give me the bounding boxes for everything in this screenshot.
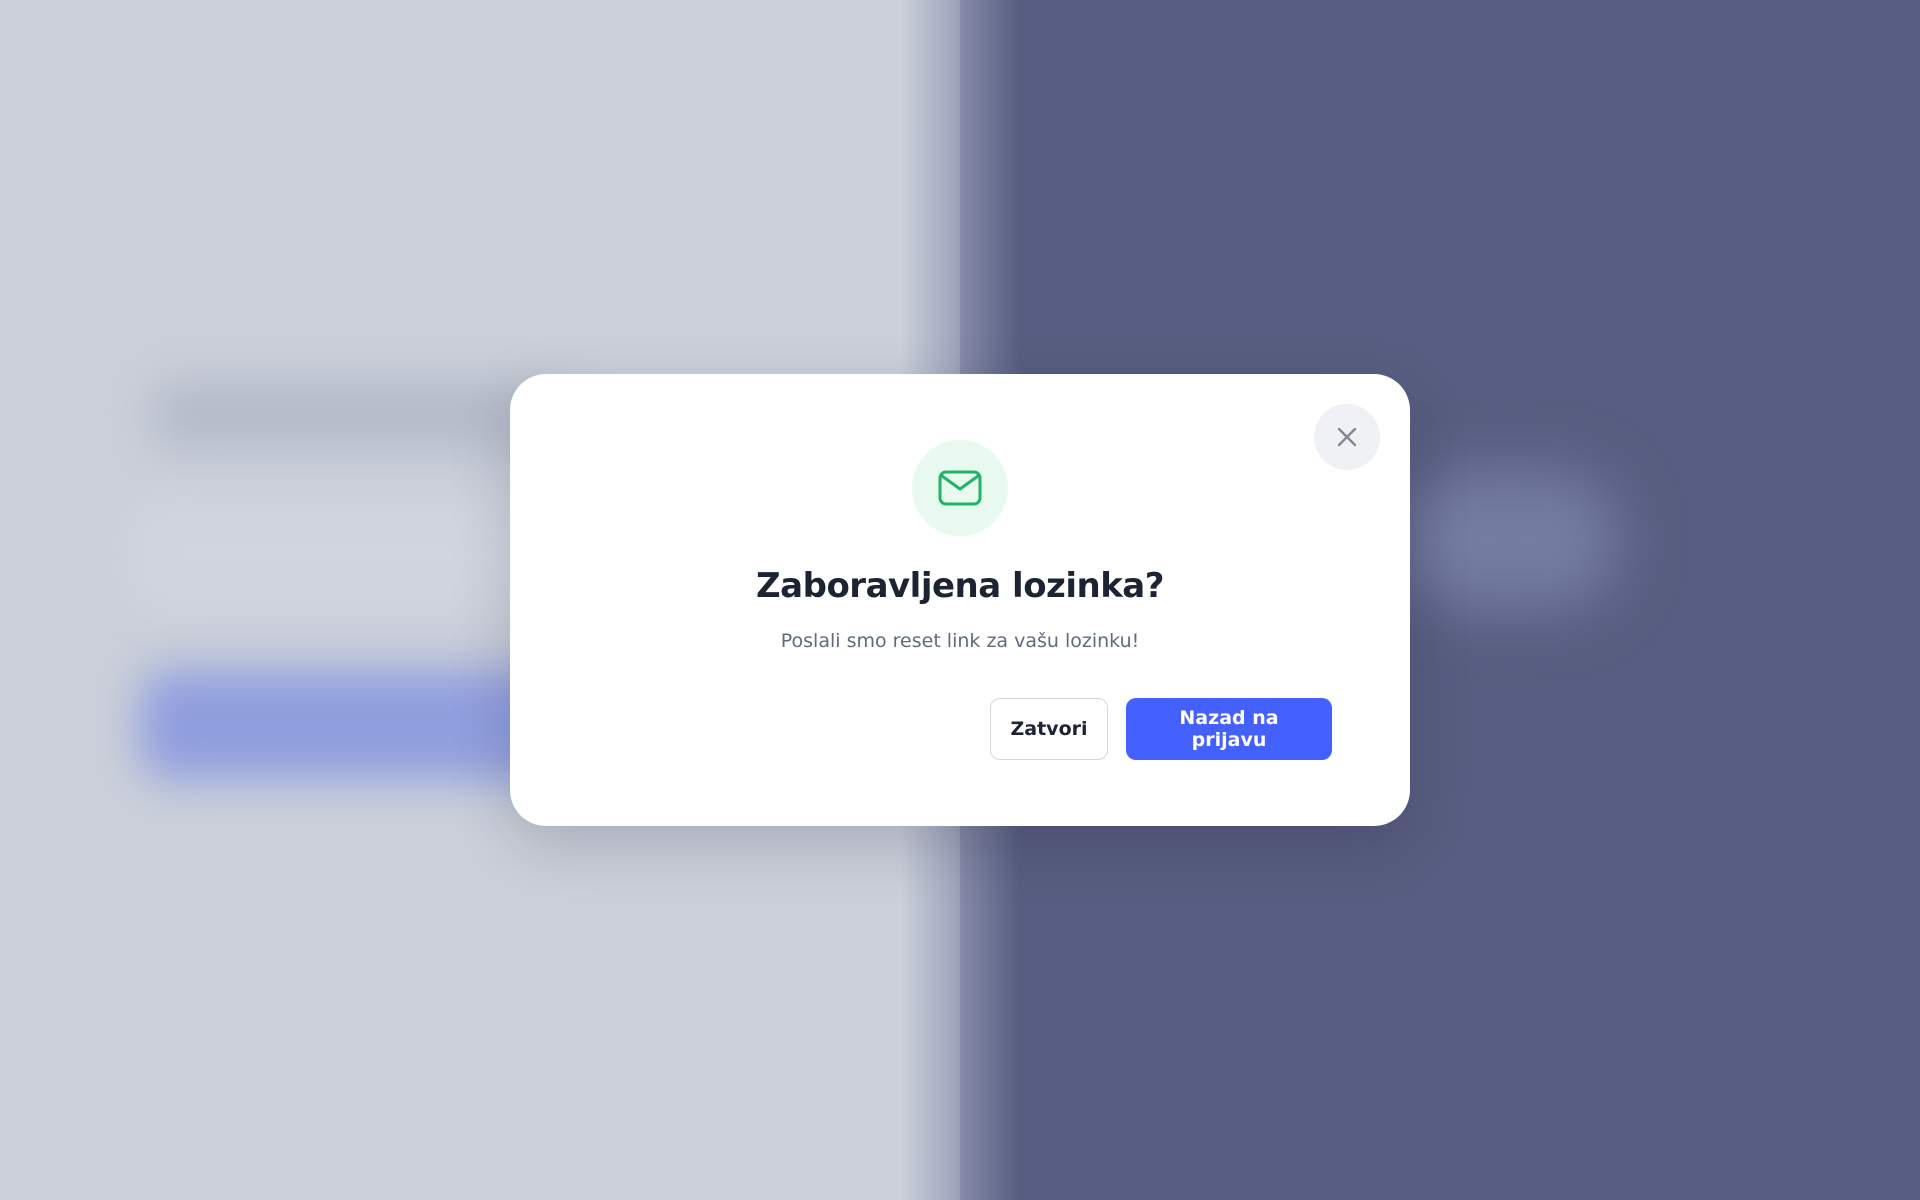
mail-icon — [938, 470, 982, 506]
modal-actions: Zatvori Nazad na prijavu — [990, 698, 1332, 760]
back-to-login-button[interactable]: Nazad na prijavu — [1126, 698, 1332, 760]
background-blurred-heading — [150, 380, 570, 450]
modal-description: Poslali smo reset link za vašu lozinku! — [780, 630, 1140, 652]
background-blurred-glow — [1400, 470, 1620, 610]
mail-icon-badge — [912, 440, 1008, 536]
close-icon — [1337, 427, 1357, 447]
close-button[interactable] — [1314, 404, 1380, 470]
close-dialog-button[interactable]: Zatvori — [990, 698, 1108, 760]
page: Zaboravljena lozinka? Poslali smo reset … — [0, 0, 1920, 1200]
modal-title: Zaboravljena lozinka? — [756, 566, 1164, 606]
forgot-password-modal: Zaboravljena lozinka? Poslali smo reset … — [510, 374, 1410, 826]
